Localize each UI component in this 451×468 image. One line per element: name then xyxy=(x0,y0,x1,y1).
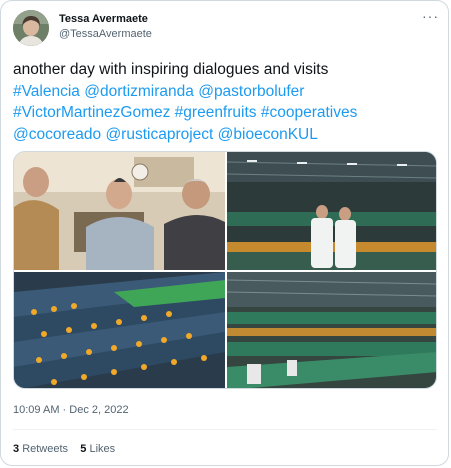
author-name[interactable]: Tessa Avermaete xyxy=(59,13,148,25)
author-handle[interactable]: @TessaAvermaete xyxy=(59,28,152,40)
tweet-timestamp[interactable]: 10:09 AM · Dec 2, 2022 xyxy=(13,404,129,416)
mention-link[interactable]: @cocoreado xyxy=(13,126,101,143)
more-horizontal-icon[interactable]: ··· xyxy=(422,9,438,25)
likes-label: Likes xyxy=(89,443,116,455)
photo-warehouse-two-people[interactable] xyxy=(227,152,436,270)
hashtag-link[interactable]: #Valencia xyxy=(13,83,80,100)
hashtag-link[interactable]: #VictorMartinezGomez xyxy=(13,104,170,121)
retweets-label: Retweets xyxy=(22,443,69,455)
tweet-text: another day with inspiring dialogues and… xyxy=(13,59,443,145)
mention-link[interactable]: @pastorbolufer xyxy=(198,83,304,100)
tweet-text-line: #Valencia @dortizmiranda @pastorbolufer xyxy=(13,81,443,103)
photo-fruit-sorting-line[interactable] xyxy=(14,272,225,388)
engagement-stats: 3 Retweets 5 Likes xyxy=(13,443,115,455)
tweet-card: Tessa Avermaete @TessaAvermaete ··· anot… xyxy=(0,0,449,466)
mention-link[interactable]: @bioeconKUL xyxy=(218,126,318,143)
likes-stat[interactable]: 5 Likes xyxy=(80,443,115,455)
divider xyxy=(13,429,437,430)
photo-packing-hall[interactable] xyxy=(227,272,436,388)
media-grid xyxy=(13,151,437,389)
retweets-stat[interactable]: 3 Retweets xyxy=(13,443,68,455)
tweet-text-line: #VictorMartinezGomez #greenfruits #coope… xyxy=(13,102,443,124)
avatar[interactable] xyxy=(13,10,49,46)
photo-group-meeting[interactable] xyxy=(14,152,225,270)
likes-count: 5 xyxy=(80,443,87,455)
tweet-text-line: another day with inspiring dialogues and… xyxy=(13,61,329,78)
hashtag-link[interactable]: #cooperatives xyxy=(261,104,358,121)
hashtag-link[interactable]: #greenfruits xyxy=(175,104,257,121)
tweet-text-line: @cocoreado @rusticaproject @bioeconKUL xyxy=(13,124,443,146)
retweets-count: 3 xyxy=(13,443,20,455)
mention-link[interactable]: @rusticaproject xyxy=(105,126,213,143)
mention-link[interactable]: @dortizmiranda xyxy=(84,83,194,100)
